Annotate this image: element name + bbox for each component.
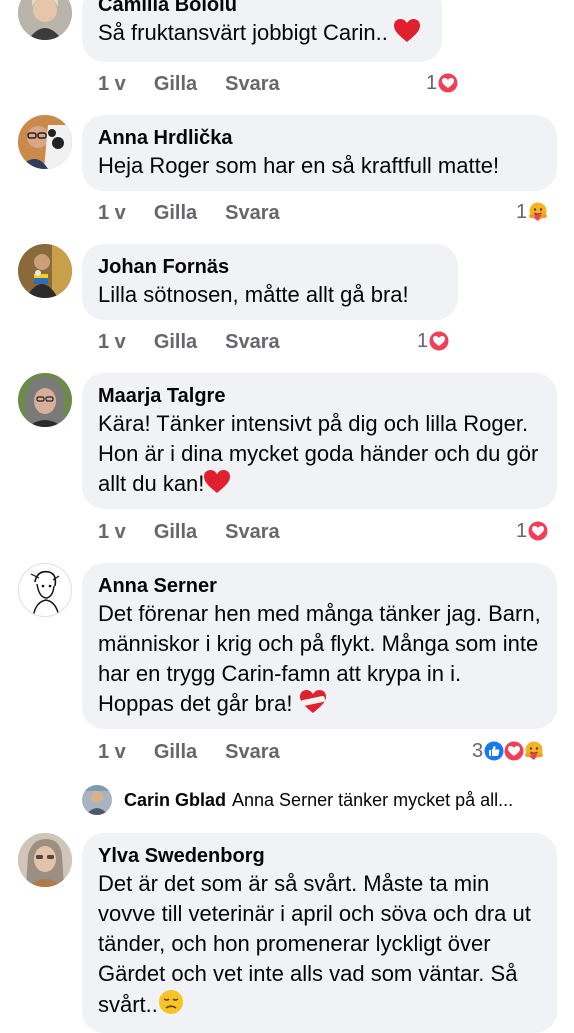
comment-bubble: Johan Fornäs Lilla sötnosen, måtte allt …: [82, 244, 458, 320]
red-heart-emoji-icon: [204, 470, 231, 502]
comment-time[interactable]: 1 v: [98, 521, 126, 544]
comment-text: Heja Roger som har en så kraftfull matte…: [98, 153, 500, 178]
comment-text: Så fruktansvärt jobbigt Carin..: [98, 18, 426, 51]
red-heart-emoji-icon: [393, 19, 420, 51]
reaction-count: 1: [417, 329, 429, 352]
avatar[interactable]: [82, 785, 112, 815]
like-button[interactable]: Gilla: [154, 521, 197, 544]
like-button[interactable]: Gilla: [154, 741, 197, 764]
comment-author[interactable]: Maarja Talgre: [98, 383, 541, 409]
reaction-summary[interactable]: 1: [516, 197, 549, 227]
comment-bubble: Camilla Bololu Så fruktansvärt jobbigt C…: [82, 0, 442, 62]
heart-reaction-icon: [503, 740, 525, 762]
comment-author[interactable]: Camilla Bololu: [98, 0, 426, 18]
comment-actions: 1 v Gilla Svara: [98, 517, 308, 547]
comment-text: Kära! Tänker intensivt på dig och lilla …: [98, 409, 543, 502]
heart-reaction-icon: [428, 330, 450, 352]
avatar[interactable]: [18, 833, 72, 887]
comment-time[interactable]: 1 v: [98, 73, 126, 96]
comment-time[interactable]: 1 v: [98, 331, 126, 354]
comment-actions: 1 v Gilla Svara: [98, 69, 308, 99]
reply-button[interactable]: Svara: [225, 73, 280, 96]
reaction-summary[interactable]: 3: [472, 736, 545, 766]
reaction-count: 1: [426, 71, 438, 94]
avatar[interactable]: [18, 563, 72, 617]
comment-author[interactable]: Anna Hrdlička: [98, 125, 541, 151]
comment-bubble: Maarja Talgre Kära! Tänker intensivt på …: [82, 373, 557, 509]
heart-reaction-icon: [527, 520, 549, 542]
comment-text: Det är det som är så svårt. Måste ta min…: [98, 869, 543, 1023]
comment-time[interactable]: 1 v: [98, 202, 126, 225]
like-button[interactable]: Gilla: [154, 202, 197, 225]
like-reaction-icon: [483, 740, 505, 762]
avatar[interactable]: [18, 115, 72, 169]
care-reaction-icon: [523, 740, 545, 762]
like-button[interactable]: Gilla: [154, 331, 197, 354]
reaction-summary[interactable]: 1: [426, 68, 459, 98]
mending-heart-emoji-icon: [299, 690, 327, 722]
comment-author[interactable]: Johan Fornäs: [98, 254, 442, 280]
reaction-count: 1: [516, 200, 528, 223]
comment-bubble: Anna Hrdlička Heja Roger som har en så k…: [82, 115, 557, 191]
reply-preview[interactable]: Carin Gblad Anna Serner tänker mycket på…: [82, 785, 513, 815]
comment-author[interactable]: Anna Serner: [98, 573, 541, 599]
avatar[interactable]: [18, 0, 72, 40]
care-reaction-icon: [527, 201, 549, 223]
reaction-summary[interactable]: 1: [516, 516, 549, 546]
comment-text: Det förenar hen med många tänker jag. Ba…: [98, 599, 543, 722]
comment-actions: 1 v Gilla Svara: [98, 737, 308, 767]
like-button[interactable]: Gilla: [154, 73, 197, 96]
reply-button[interactable]: Svara: [225, 202, 280, 225]
reply-button[interactable]: Svara: [225, 331, 280, 354]
reaction-count: 3: [472, 739, 484, 762]
heart-reaction-icon: [437, 72, 459, 94]
comment-actions: 1 v Gilla Svara: [98, 327, 308, 357]
comment-bubble: Ylva Swedenborg Det är det som är så svå…: [82, 833, 557, 1033]
comment-time[interactable]: 1 v: [98, 741, 126, 764]
reply-text: Anna Serner tänker mycket på all...: [232, 789, 514, 810]
reaction-count: 1: [516, 519, 528, 542]
comment-actions: 1 v Gilla Svara: [98, 198, 308, 228]
reply-button[interactable]: Svara: [225, 521, 280, 544]
disappointed-face-emoji-icon: [158, 989, 184, 1023]
avatar[interactable]: [18, 244, 72, 298]
comment-author[interactable]: Ylva Swedenborg: [98, 843, 541, 869]
reaction-summary[interactable]: 1: [417, 326, 450, 356]
comment-text: Lilla sötnosen, måtte allt gå bra!: [98, 282, 409, 307]
comment-bubble: Anna Serner Det förenar hen med många tä…: [82, 563, 557, 729]
reply-button[interactable]: Svara: [225, 741, 280, 764]
reply-author[interactable]: Carin Gblad: [124, 790, 226, 811]
avatar[interactable]: [18, 373, 72, 427]
